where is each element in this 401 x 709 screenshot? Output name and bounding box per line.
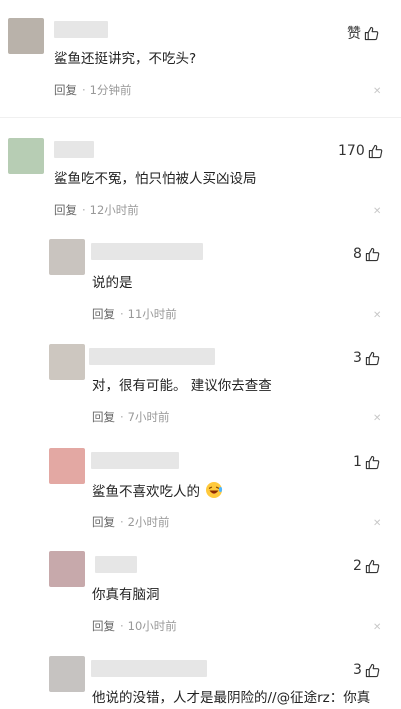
- close-icon[interactable]: ✕: [373, 518, 381, 529]
- like-count: 3: [353, 350, 362, 366]
- thumbs-up-icon: [365, 455, 380, 469]
- reply-button[interactable]: 回复: [92, 410, 115, 424]
- close-icon[interactable]: ✕: [373, 206, 381, 217]
- reply-button[interactable]: 回复: [54, 83, 77, 97]
- reply-text: 说的是: [92, 275, 133, 291]
- reply-button[interactable]: 回复: [92, 307, 115, 321]
- username-blurred[interactable]: [54, 21, 108, 38]
- separator-dot: ·: [120, 515, 124, 529]
- reply-button[interactable]: 回复: [92, 619, 115, 633]
- comment-text: 鲨鱼还挺讲究，不吃头?: [54, 51, 197, 67]
- divider: [0, 117, 401, 118]
- timestamp: 11小时前: [127, 307, 177, 321]
- like-button[interactable]: 3: [353, 662, 380, 678]
- comment-meta: 回复 · 12小时前: [54, 203, 139, 217]
- separator-dot: ·: [82, 83, 86, 97]
- comment-text: 鲨鱼吃不冤，怕只怕被人买凶设局: [54, 171, 257, 187]
- thumbs-up-icon: [365, 559, 380, 573]
- separator-dot: ·: [120, 410, 124, 424]
- like-button[interactable]: 8: [353, 246, 380, 262]
- reply-text: 你真有脑洞: [92, 587, 160, 603]
- reply-text: 对，很有可能。 建议你去查查: [92, 378, 272, 394]
- close-icon[interactable]: ✕: [373, 622, 381, 633]
- reply-meta: 回复 · 11小时前: [92, 307, 177, 321]
- reply-button[interactable]: 回复: [92, 515, 115, 529]
- like-count: 8: [353, 246, 362, 262]
- like-count: 1: [353, 454, 362, 470]
- like-button[interactable]: 赞: [347, 23, 379, 43]
- timestamp: 1分钟前: [89, 83, 132, 97]
- like-label: 赞: [347, 26, 361, 42]
- like-count: 2: [353, 558, 362, 574]
- avatar[interactable]: [8, 138, 44, 174]
- timestamp: 2小时前: [127, 515, 170, 529]
- reply-text: 他说的没错，人才是最阴险的//@征途rz：你真: [92, 690, 371, 706]
- avatar[interactable]: [49, 344, 85, 380]
- timestamp: 10小时前: [127, 619, 177, 633]
- separator-dot: ·: [120, 307, 124, 321]
- like-button[interactable]: 2: [353, 558, 380, 574]
- separator-dot: ·: [82, 203, 86, 217]
- thumbs-up-icon: [365, 663, 380, 677]
- avatar[interactable]: [49, 239, 85, 275]
- username-blurred[interactable]: [95, 556, 137, 573]
- timestamp: 12小时前: [89, 203, 139, 217]
- avatar[interactable]: [49, 656, 85, 692]
- username-blurred[interactable]: [91, 452, 179, 469]
- username-blurred[interactable]: [89, 348, 215, 365]
- username-blurred[interactable]: [91, 243, 203, 260]
- comment-meta: 回复 · 1分钟前: [54, 83, 131, 97]
- username-blurred[interactable]: [91, 660, 207, 677]
- close-icon[interactable]: ✕: [373, 86, 381, 97]
- reply-meta: 回复 · 10小时前: [92, 619, 177, 633]
- avatar[interactable]: [49, 551, 85, 587]
- thumbs-up-icon: [365, 247, 380, 261]
- laughing-emoji-icon: [206, 482, 223, 498]
- like-count: 170: [338, 143, 365, 159]
- like-button[interactable]: 3: [353, 350, 380, 366]
- close-icon[interactable]: ✕: [373, 413, 381, 424]
- separator-dot: ·: [120, 619, 124, 633]
- reply-meta: 回复 · 7小时前: [92, 410, 169, 424]
- username-blurred[interactable]: [54, 141, 94, 158]
- close-icon[interactable]: ✕: [373, 310, 381, 321]
- timestamp: 7小时前: [127, 410, 170, 424]
- reply-text: 鲨鱼不喜欢吃人的: [92, 481, 223, 501]
- like-button[interactable]: 1: [353, 454, 380, 470]
- thumbs-up-icon: [364, 26, 379, 40]
- reply-text-content: 鲨鱼不喜欢吃人的: [92, 484, 200, 500]
- reply-button[interactable]: 回复: [54, 203, 77, 217]
- avatar[interactable]: [8, 18, 44, 54]
- thumbs-up-icon: [365, 351, 380, 365]
- reply-meta: 回复 · 2小时前: [92, 515, 169, 529]
- avatar[interactable]: [49, 448, 85, 484]
- like-button[interactable]: 170: [338, 143, 383, 159]
- like-count: 3: [353, 662, 362, 678]
- thumbs-up-icon: [368, 144, 383, 158]
